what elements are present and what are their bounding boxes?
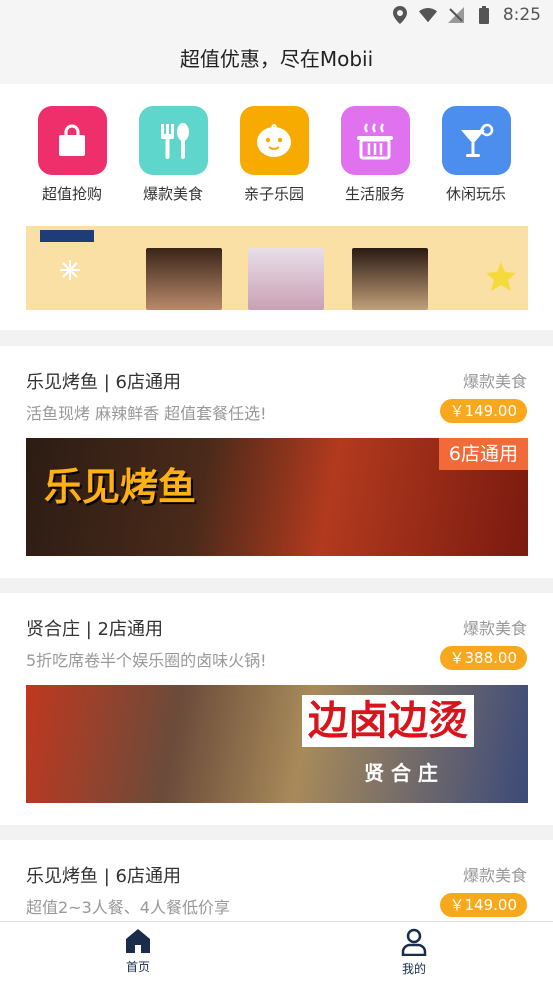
fork-spoon-icon — [138, 106, 208, 175]
bottom-nav: 首页 我的 — [0, 921, 553, 983]
no-signal-icon — [447, 6, 465, 24]
deal-category: 爆款美食 — [462, 866, 527, 885]
category-item-flash-sale[interactable]: 超值抢购 — [27, 106, 117, 204]
home-icon — [126, 929, 150, 953]
deal-subtitle: 活鱼现烤 麻辣鲜香 超值套餐任选! — [26, 404, 267, 423]
deal-image[interactable]: 乐见烤鱼 6店通用 — [26, 438, 528, 556]
deal-image[interactable]: 边卤边烫 贤 合 庄 — [26, 685, 528, 803]
category-item-services[interactable]: 生活服务 — [330, 106, 420, 204]
nav-mine[interactable]: 我的 — [374, 928, 454, 977]
promo-banner[interactable] — [26, 226, 528, 310]
status-time: 8:25 — [502, 5, 541, 25]
deal-category: 爆款美食 — [462, 619, 527, 638]
deal-title: 乐见烤鱼 | 6店通用 — [26, 866, 181, 887]
wifi-icon — [418, 6, 437, 24]
nav-home-label: 首页 — [125, 960, 150, 974]
deal-card[interactable]: 乐见烤鱼 | 6店通用 活鱼现烤 麻辣鲜香 超值套餐任选! 爆款美食 ￥149.… — [0, 346, 553, 578]
deal-price: ￥149.00 — [439, 893, 527, 917]
page-title-bar: 超值优惠，尽在Mobii — [0, 30, 553, 84]
deal-image-text: 边卤边烫 — [302, 695, 474, 747]
category-label: 生活服务 — [344, 185, 405, 203]
deal-card[interactable]: 贤合庄 | 2店通用 5折吃席卷半个娱乐圈的卤味火锅! 爆款美食 ￥388.00… — [0, 593, 553, 825]
deal-category: 爆款美食 — [462, 372, 527, 391]
category-item-kids[interactable]: 亲子乐园 — [229, 106, 319, 204]
deal-price: ￥149.00 — [439, 399, 527, 423]
service-basket-icon — [340, 106, 410, 175]
category-label: 亲子乐园 — [243, 185, 304, 203]
banner-drink-image — [248, 248, 324, 310]
banner-drink-image — [352, 248, 428, 310]
deal-image-badge: 贤 合 庄 — [364, 761, 438, 785]
battery-icon — [475, 6, 493, 24]
deal-subtitle: 5折吃席卷半个娱乐圈的卤味火锅! — [26, 651, 267, 670]
nav-mine-label: 我的 — [401, 962, 426, 976]
snowflake-icon — [60, 260, 80, 280]
baby-face-icon — [239, 106, 309, 175]
deal-card[interactable]: 乐见烤鱼 | 6店通用 超值2~3人餐、4人餐低价享 爆款美食 ￥149.00 — [0, 840, 553, 930]
deal-title: 乐见烤鱼 | 6店通用 — [26, 372, 181, 393]
deal-image-badge: 6店通用 — [438, 438, 528, 470]
banner-drink-image — [146, 248, 222, 310]
category-panel: 超值抢购 爆款美食 亲子乐园 生活服务 休闲玩乐 — [0, 84, 553, 330]
category-label: 超值抢购 — [41, 185, 102, 203]
deal-price: ￥388.00 — [439, 646, 527, 670]
page-title: 超值优惠，尽在Mobii — [179, 46, 374, 71]
star-decoration-icon — [486, 262, 516, 291]
deal-title: 贤合庄 | 2店通用 — [26, 619, 163, 640]
status-bar: 8:25 — [0, 0, 553, 30]
location-icon — [391, 6, 409, 24]
shopping-bag-icon — [37, 106, 107, 175]
banner-logo-tag — [40, 230, 94, 242]
category-item-food[interactable]: 爆款美食 — [128, 106, 218, 204]
cocktail-icon — [441, 106, 511, 175]
deal-image-text: 乐见烤鱼 — [44, 465, 197, 509]
category-label: 休闲玩乐 — [445, 185, 506, 203]
deal-subtitle: 超值2~3人餐、4人餐低价享 — [26, 898, 230, 917]
nav-home[interactable]: 首页 — [98, 928, 178, 975]
category-label: 爆款美食 — [142, 185, 203, 203]
category-item-leisure[interactable]: 休闲玩乐 — [431, 106, 521, 204]
user-icon — [401, 928, 427, 956]
